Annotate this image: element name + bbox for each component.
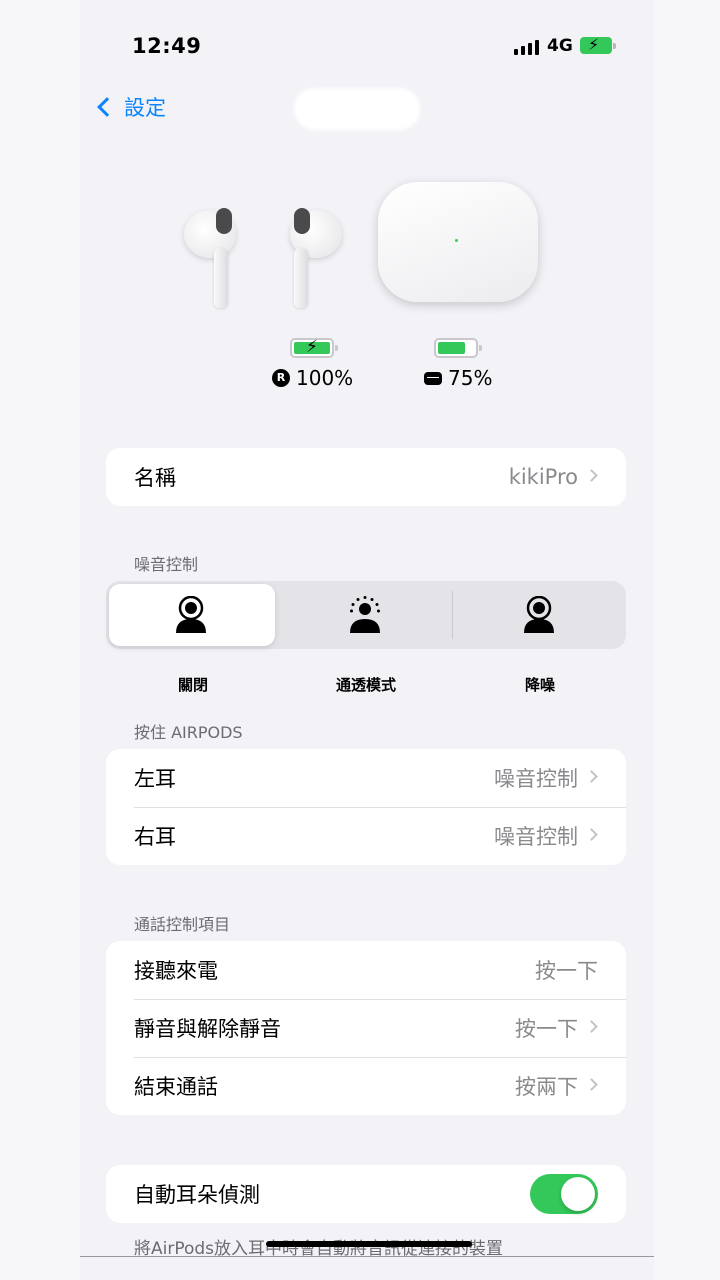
right-ear-row[interactable]: 右耳 噪音控制 [106,807,626,865]
network-type: 4G [547,36,573,56]
segment-transparency[interactable] [278,581,452,649]
call-controls-header: 通話控制項目 [134,915,231,934]
back-button[interactable]: 設定 [94,92,166,122]
segment-noise-cancel-label: 降噪 [524,676,555,694]
left-margin [0,0,80,1280]
name-row[interactable]: 名稱 kikiPro [106,448,626,506]
name-label: 名稱 [134,466,176,490]
status-time: 12:49 [132,34,202,58]
name-value: kikiPro [508,465,578,489]
segment-transparency-label: 通透模式 [335,676,396,694]
chevron-right-icon [585,770,598,783]
case-battery-label: 75% [424,366,492,390]
chevron-left-icon [97,97,117,117]
answer-call-row[interactable]: 接聽來電 按一下 [106,941,626,999]
buds-battery-icon: ⚡ [290,337,338,358]
right-margin [654,0,720,1280]
noise-control-segmented [106,581,626,649]
right-bud-badge-icon: R [272,369,290,387]
chevron-right-icon [585,828,598,841]
name-group: 名稱 kikiPro [106,448,626,506]
airpods-image [80,168,654,318]
press-hold-group: 左耳 噪音控制 右耳 噪音控制 [106,749,626,865]
ear-detection-group: 自動耳朵偵測 [106,1165,626,1223]
segment-noise-cancel[interactable] [452,581,626,649]
ear-detection-row: 自動耳朵偵測 [106,1165,626,1223]
airpods-settings-screen: 12:49 4G ⚡ 設定 ⚡ R 100% 75% 名稱 kikiPro 噪音… [80,0,654,1280]
call-controls-group: 接聽來電 按一下 靜音與解除靜音 按一下 結束通話 按兩下 [106,941,626,1115]
chevron-right-icon [585,1020,598,1033]
noise-control-header: 噪音控制 [134,555,199,574]
case-icon [424,371,442,385]
right-airpod-image [280,198,342,308]
person-noise-cancel-icon [524,596,554,633]
ear-detection-toggle[interactable] [530,1174,598,1214]
end-call-row[interactable]: 結束通話 按兩下 [106,1057,626,1115]
left-ear-row[interactable]: 左耳 噪音控制 [106,749,626,807]
person-off-icon [176,596,206,633]
redacted-title [294,88,420,130]
chevron-right-icon [585,469,598,482]
person-transparency-icon [350,596,380,633]
chevron-right-icon [585,1078,598,1091]
charging-battery-icon: ⚡ [580,36,616,54]
mute-unmute-row[interactable]: 靜音與解除靜音 按一下 [106,999,626,1057]
segment-off[interactable] [106,581,278,649]
back-label: 設定 [124,96,166,120]
left-airpod-image [180,198,242,308]
segment-off-label: 關閉 [177,676,208,694]
home-indicator[interactable] [266,1241,472,1247]
signal-bars-icon [514,39,539,55]
case-battery-icon [434,338,482,358]
press-hold-header: 按住 AIRPODS [134,723,243,742]
status-bar: 12:49 4G ⚡ [80,30,654,66]
airpods-case-image [378,182,538,302]
buds-battery-label: R 100% [272,366,353,390]
